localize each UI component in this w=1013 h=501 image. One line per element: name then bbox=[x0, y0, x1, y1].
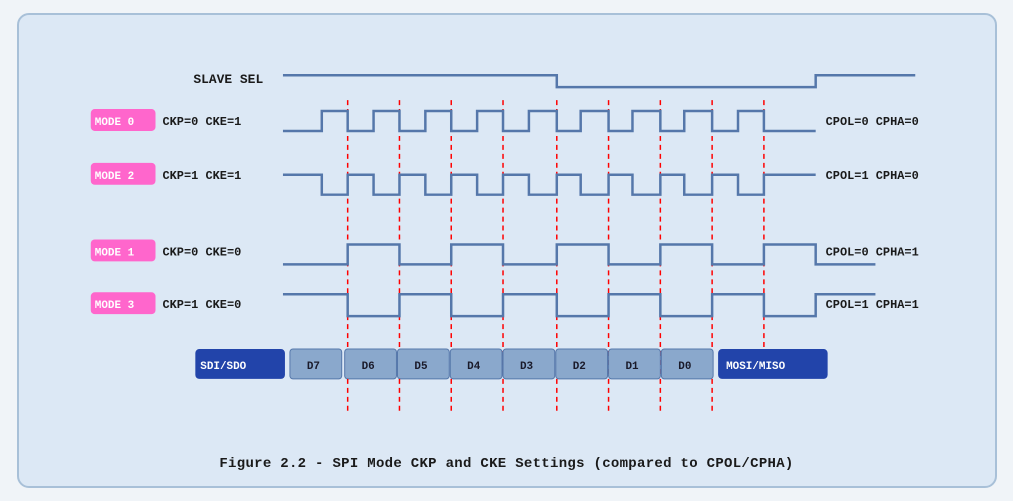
svg-text:CPOL=1 CPHA=1: CPOL=1 CPHA=1 bbox=[825, 298, 918, 312]
svg-text:D6: D6 bbox=[361, 361, 374, 373]
svg-text:MODE 0: MODE 0 bbox=[94, 117, 133, 129]
svg-text:MODE 1: MODE 1 bbox=[94, 247, 134, 259]
svg-text:D5: D5 bbox=[414, 361, 427, 373]
slave-sel-label: SLAVE SEL bbox=[193, 72, 263, 87]
waveform-area: text { font-family: 'Courier New', Couri… bbox=[39, 33, 975, 446]
svg-text:CPOL=0 CPHA=0: CPOL=0 CPHA=0 bbox=[825, 115, 918, 129]
svg-text:CPOL=1 CPHA=0: CPOL=1 CPHA=0 bbox=[825, 169, 918, 183]
figure-caption: Figure 2.2 - SPI Mode CKP and CKE Settin… bbox=[39, 456, 975, 472]
svg-text:CKP=1 CKE=0: CKP=1 CKE=0 bbox=[162, 298, 241, 312]
svg-text:CKP=0 CKE=1: CKP=0 CKE=1 bbox=[162, 115, 241, 129]
svg-text:SDI/SDO: SDI/SDO bbox=[200, 361, 246, 373]
svg-text:CKP=0 CKE=0: CKP=0 CKE=0 bbox=[162, 245, 241, 259]
svg-text:MOSI/MISO: MOSI/MISO bbox=[726, 361, 786, 373]
svg-text:MODE 3: MODE 3 bbox=[94, 300, 134, 312]
svg-text:D7: D7 bbox=[306, 361, 319, 373]
svg-text:D2: D2 bbox=[572, 361, 585, 373]
svg-text:MODE 2: MODE 2 bbox=[94, 171, 133, 183]
svg-text:D3: D3 bbox=[519, 361, 533, 373]
svg-text:CPOL=0 CPHA=1: CPOL=0 CPHA=1 bbox=[825, 245, 918, 259]
svg-text:D4: D4 bbox=[467, 361, 481, 373]
main-container: text { font-family: 'Courier New', Couri… bbox=[17, 13, 997, 488]
svg-text:D0: D0 bbox=[678, 361, 691, 373]
svg-text:CKP=1 CKE=1: CKP=1 CKE=1 bbox=[162, 169, 241, 183]
svg-text:D1: D1 bbox=[625, 361, 639, 373]
